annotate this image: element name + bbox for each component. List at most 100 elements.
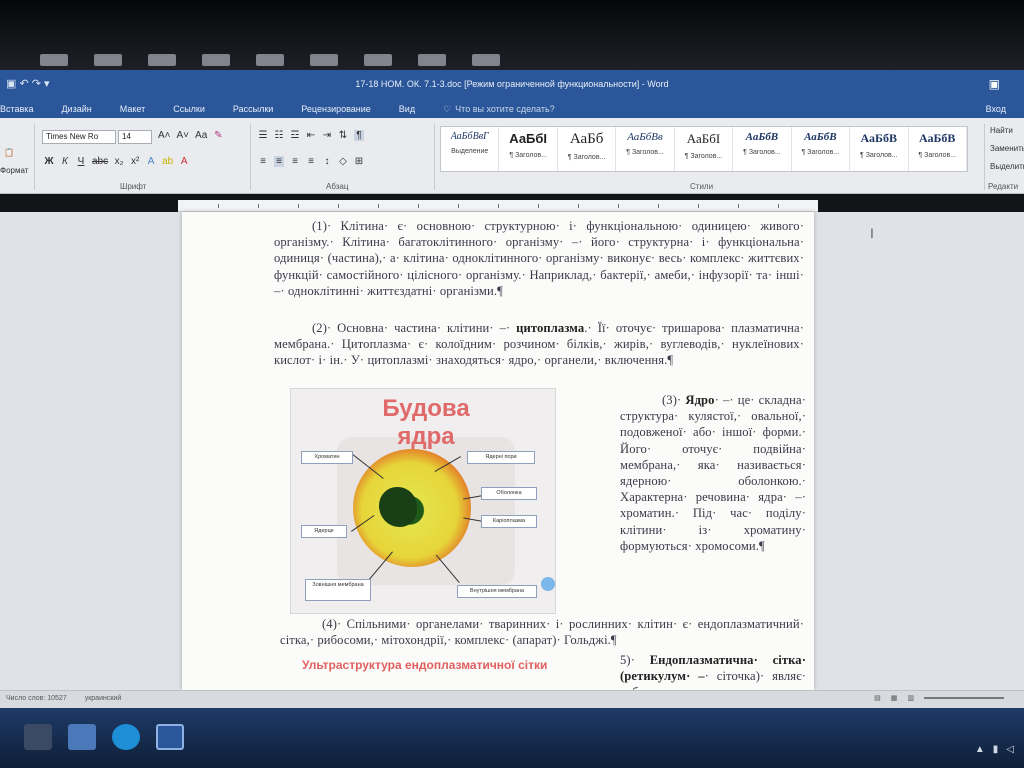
label-nucleolus: Ядерце (301, 525, 347, 538)
group-font-label: Шрифт (120, 182, 147, 191)
paragraph-4: (4)· Спільними· органелами· тваринних· і… (280, 617, 804, 648)
borders-icon[interactable]: ⊞ (354, 156, 364, 167)
ribbon-tabs: Вставка Дизайн Макет Ссылки Рассылки Рец… (0, 100, 1024, 118)
find-button[interactable]: Найти (990, 126, 1013, 135)
word-taskbar-icon[interactable] (156, 724, 184, 750)
label-outer-membrane: Зовнішня мембрана (305, 579, 371, 601)
web-layout-icon[interactable]: ▥ (907, 694, 914, 702)
style-heading-1[interactable]: АаБбІ ¶ Заголов... (499, 127, 558, 171)
replace-button[interactable]: Заменить (990, 144, 1024, 153)
paragraph-3: (3)· Ядро· –· це· складна· структура· ку… (620, 393, 806, 553)
bullets-icon[interactable]: ☰ (258, 130, 268, 141)
nucleus-structure-figure[interactable]: Будова ядра Хроматин Ядерні пори Оболонк… (290, 388, 556, 614)
taskbar: ▲ ▮ ◁ (0, 708, 1024, 768)
status-bar: Число слов: 10527 украинский ▤ ▦ ▥ (0, 690, 1024, 708)
show-marks-icon[interactable]: ¶ (354, 130, 364, 141)
figure-subheading: Ультраструктура ендоплазматичної сітки (302, 658, 548, 672)
system-tray[interactable]: ▲ ▮ ◁ (975, 744, 1014, 755)
document-page[interactable]: (1)· Клітина· є· основною· структурною· … (182, 212, 814, 690)
text-cursor-icon: I (870, 225, 874, 241)
multilevel-list-icon[interactable]: ☲ (290, 130, 300, 141)
ribbon-display-icon[interactable]: ▣ (989, 77, 1000, 91)
style-heading-3[interactable]: АаБбВв ¶ Заголов... (616, 127, 675, 171)
sort-icon[interactable]: ⇅ (338, 130, 348, 141)
tab-references[interactable]: Ссылки (173, 104, 205, 114)
style-heading-7[interactable]: АаБбВ ¶ Заголов... (850, 127, 909, 171)
group-paragraph-label: Абзац (326, 182, 349, 191)
style-heading-4[interactable]: АаБбІ ¶ Заголов... (675, 127, 734, 171)
clear-format-icon[interactable]: ✎ (213, 130, 223, 141)
paste-button[interactable]: 📋 (4, 148, 14, 157)
title-bar: ▣ ↶ ↷ ▾ 17-18 НОМ. ОК. 7.1-3.doc [Режим … (0, 70, 1024, 100)
underline-icon[interactable]: Ч (76, 156, 86, 167)
tell-me-text: Что вы хотите сделать? (455, 104, 555, 114)
numbering-icon[interactable]: ☷ (274, 130, 284, 141)
strikethrough-icon[interactable]: abc (92, 156, 108, 167)
tab-layout[interactable]: Макет (120, 104, 145, 114)
line-spacing-icon[interactable]: ↕ (322, 156, 332, 167)
tab-view[interactable]: Вид (399, 104, 415, 114)
text-effects-icon[interactable]: A (146, 156, 156, 167)
change-case-icon[interactable]: Aa (195, 130, 207, 141)
desktop-icons (40, 54, 600, 68)
tab-insert[interactable]: Вставка (0, 104, 33, 114)
lightbulb-icon: ♡ (443, 103, 452, 114)
style-emphasis[interactable]: АаБбВвГ Выделение (441, 127, 500, 171)
decrease-indent-icon[interactable]: ⇤ (306, 130, 316, 141)
paragraph-1: (1)· Клітина· є· основною· структурною· … (274, 219, 804, 298)
increase-indent-icon[interactable]: ⇥ (322, 130, 332, 141)
media-app-icon[interactable] (68, 724, 96, 750)
monitor-bezel (0, 0, 1024, 70)
word-count[interactable]: Число слов: 10527 (6, 695, 67, 702)
grow-font-icon[interactable]: A˄ (158, 130, 171, 141)
skype-icon[interactable] (112, 724, 140, 750)
style-heading-5[interactable]: АаБбВ ¶ Заголов... (733, 127, 792, 171)
label-chromatin: Хроматин (301, 451, 353, 464)
image-handle-icon[interactable] (541, 577, 555, 591)
tell-me-box[interactable]: ♡ Что вы хотите сделать? (443, 104, 555, 115)
highlight-icon[interactable]: ab (162, 156, 173, 167)
read-mode-icon[interactable]: ▤ (874, 694, 881, 702)
tab-design[interactable]: Дизайн (61, 104, 91, 114)
zoom-slider[interactable] (924, 697, 1004, 699)
sign-in-link[interactable]: Вход (986, 104, 1006, 114)
justify-icon[interactable]: ≡ (306, 156, 316, 167)
group-editing-label: Редакти (988, 182, 1019, 191)
shading-icon[interactable]: ◇ (338, 156, 348, 167)
style-heading-6[interactable]: АаБбВ ¶ Заголов... (792, 127, 851, 171)
volume-icon[interactable]: ◁ (1006, 744, 1014, 755)
figure-title: Будова ядра (382, 395, 470, 450)
select-button[interactable]: Выделить (990, 162, 1024, 171)
group-styles-label: Стили (690, 182, 714, 191)
font-color-icon[interactable]: A (179, 156, 189, 167)
tab-review[interactable]: Рецензирование (301, 104, 371, 114)
photo-frame: ▣ ↶ ↷ ▾ 17-18 НОМ. ОК. 7.1-3.doc [Режим … (0, 0, 1024, 768)
window-title: 17-18 НОМ. ОК. 7.1-3.doc [Режим ограниче… (355, 79, 669, 89)
tab-mailings[interactable]: Рассылки (233, 104, 273, 114)
horizontal-ruler[interactable] (178, 200, 818, 212)
superscript-icon[interactable]: x² (130, 156, 140, 167)
style-heading-2[interactable]: АаБб ¶ Заголов... (558, 127, 617, 171)
network-icon[interactable]: ▮ (993, 744, 999, 755)
font-name-select[interactable]: Times New Ro (42, 130, 116, 144)
align-left-icon[interactable]: ≡ (258, 156, 268, 167)
format-painter-label[interactable]: Формат (0, 166, 28, 175)
italic-icon[interactable]: К (60, 156, 70, 167)
print-layout-icon[interactable]: ▦ (891, 694, 898, 702)
align-center-icon[interactable]: ≡ (274, 156, 284, 167)
file-explorer-icon[interactable] (24, 724, 52, 750)
language-indicator[interactable]: украинский (85, 695, 122, 702)
label-nuclear-pores: Ядерні пори (467, 451, 535, 464)
tray-up-icon[interactable]: ▲ (975, 744, 985, 755)
style-heading-8[interactable]: АаБбВ ¶ Заголов... (909, 127, 967, 171)
label-envelope: Оболонка (481, 487, 537, 500)
font-size-select[interactable]: 14 (118, 130, 152, 144)
bold-icon[interactable]: Ж (44, 156, 54, 167)
paragraph-5: 5)· Ендоплазматична· сітка· (ретикулум· … (620, 653, 807, 690)
paragraph-2: (2)· Основна· частина· клітини· –· цитоп… (274, 321, 804, 368)
label-karyoplasm: Каріоплазма (481, 515, 537, 528)
subscript-icon[interactable]: x₂ (114, 156, 124, 167)
shrink-font-icon[interactable]: A˅ (177, 130, 190, 141)
align-right-icon[interactable]: ≡ (290, 156, 300, 167)
nucleolus-illustration (379, 487, 417, 527)
